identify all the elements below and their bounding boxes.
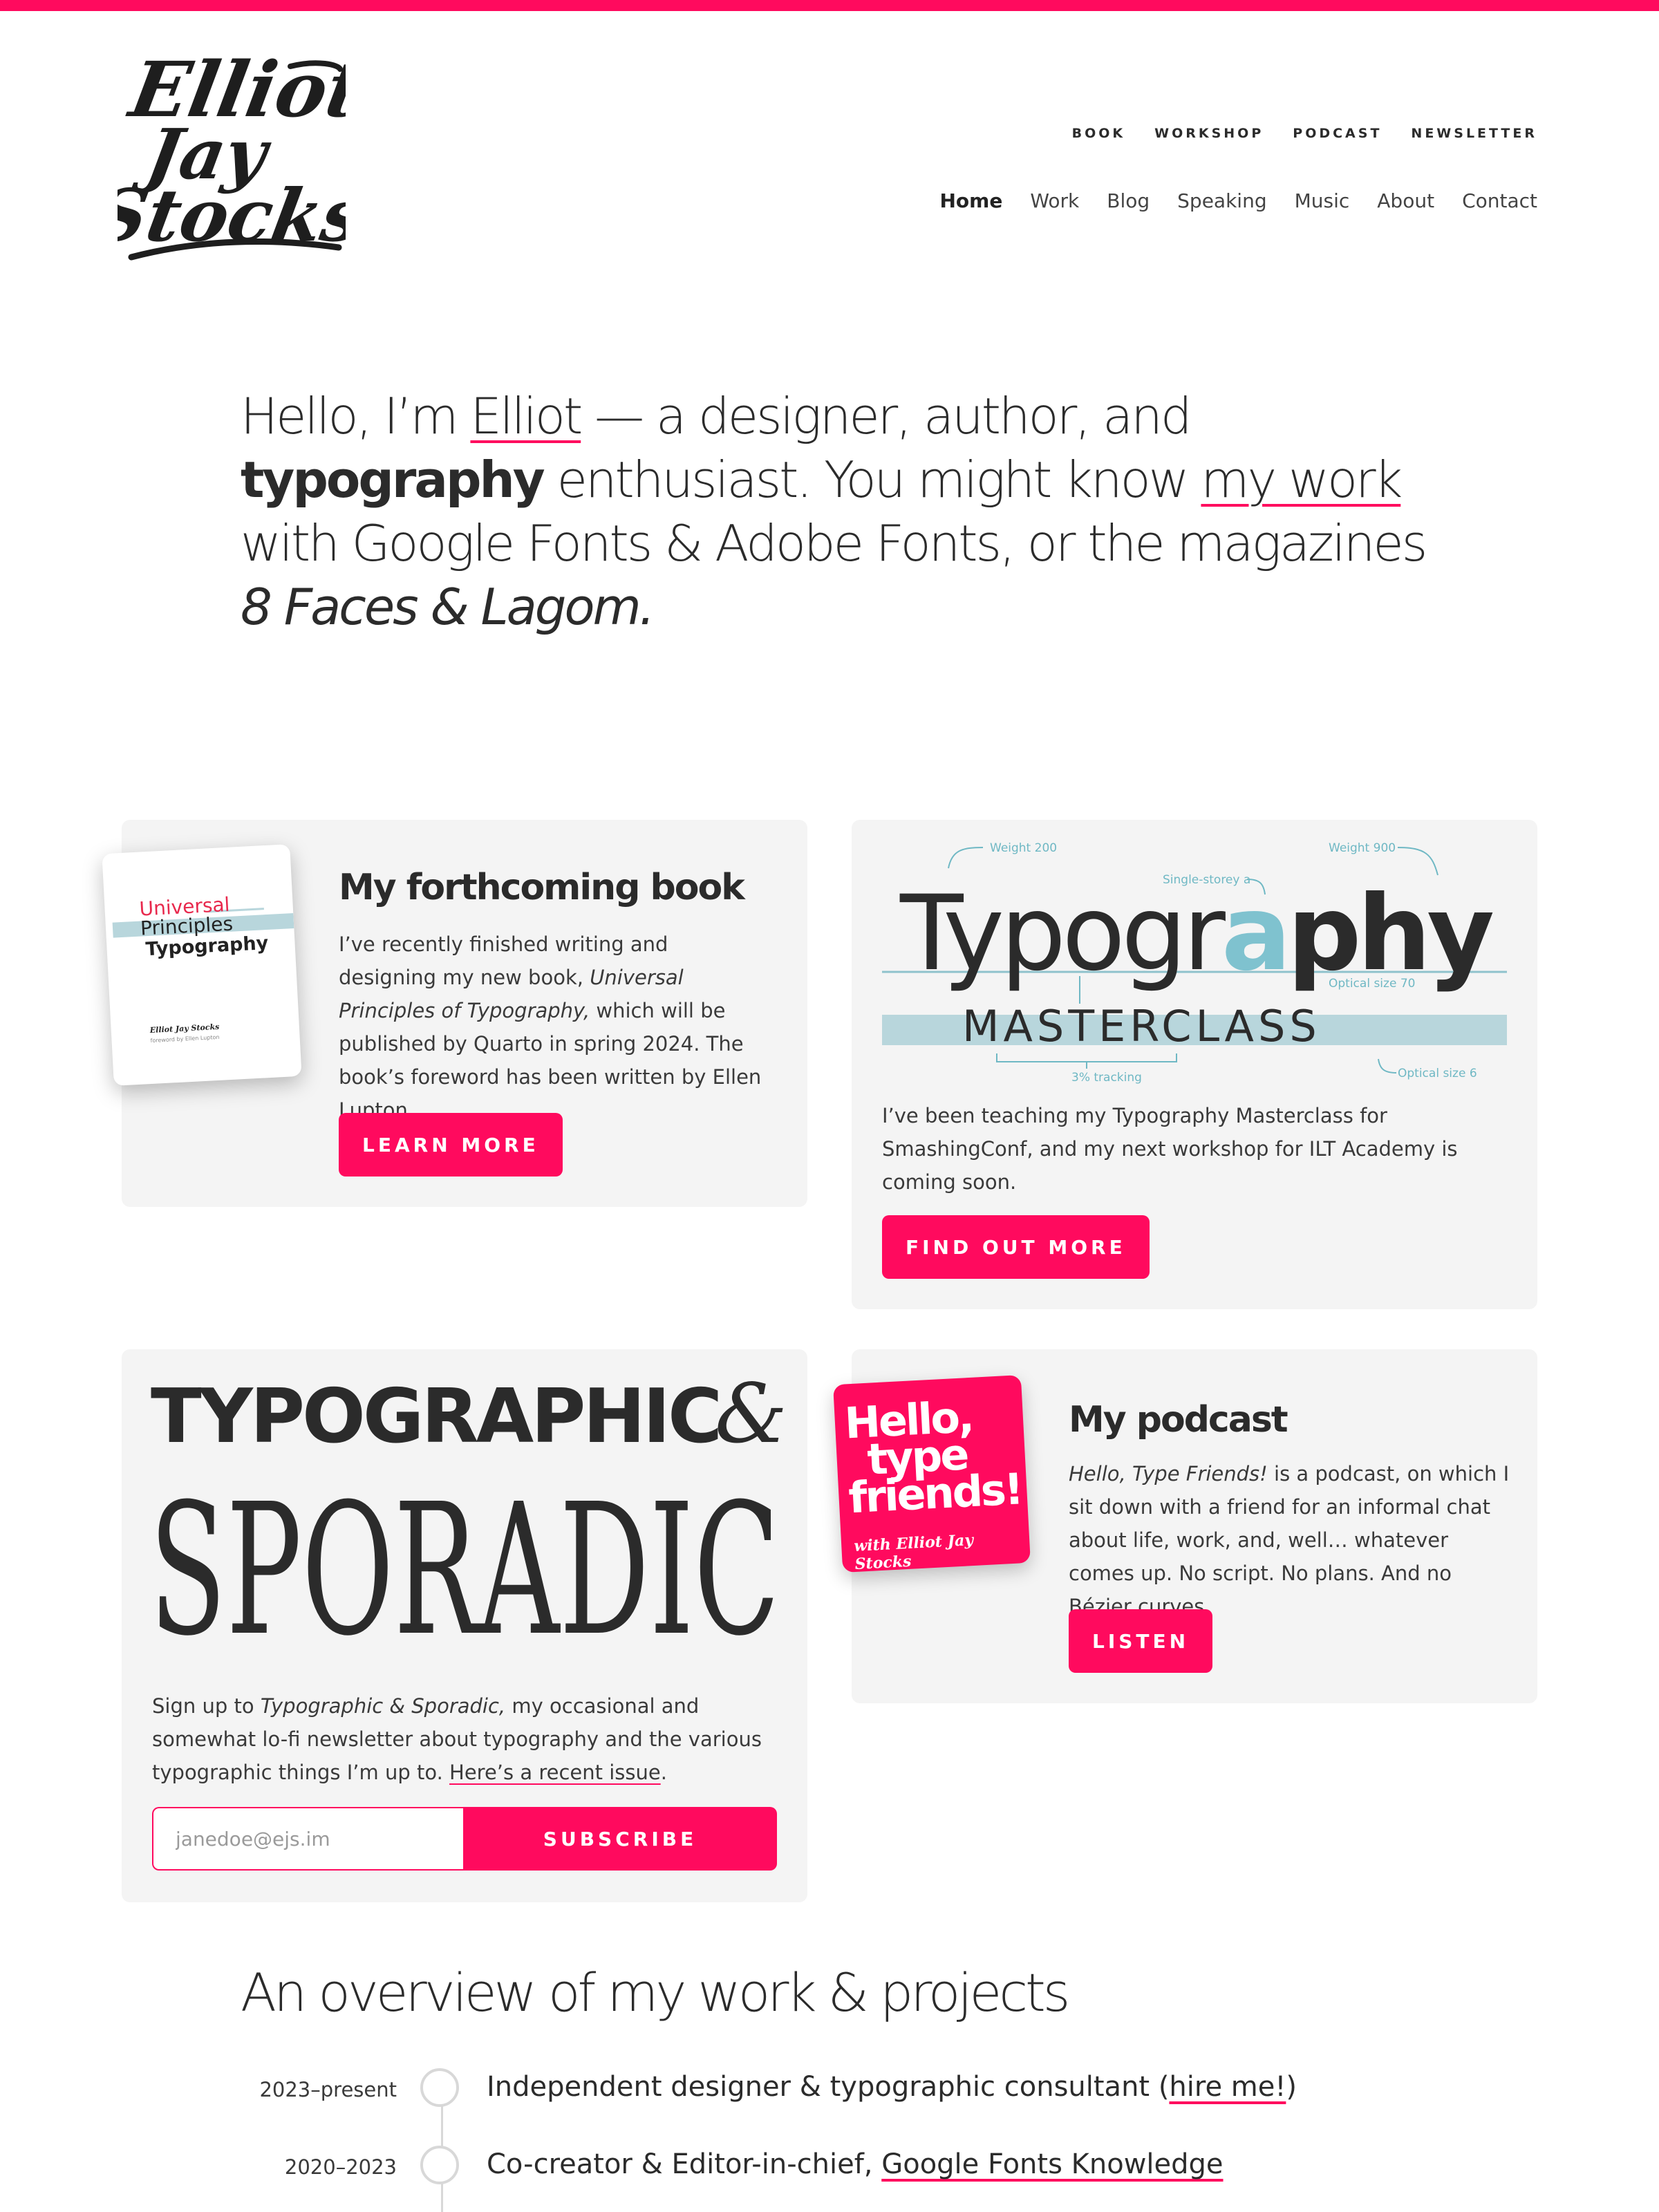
site-logo[interactable]: Elliot Jay Stocks — [88, 46, 371, 267]
email-field[interactable] — [152, 1807, 463, 1871]
cover-author: Elliot Jay Stocks — [149, 1022, 220, 1035]
hero-intro: Hello, I’m Elliot — a designer, author, … — [241, 384, 1430, 639]
nav-music[interactable]: Music — [1295, 189, 1350, 212]
nav-blog[interactable]: Blog — [1107, 189, 1150, 212]
timeline-item: Co-creator & Editor-in-chief, Google Fon… — [487, 2148, 1224, 2180]
secondary-nav: BOOK WORKSHOP PODCAST NEWSLETTER — [1072, 126, 1537, 141]
workshop-card: Typography MASTERCLASS Weight 200 Weight… — [852, 820, 1537, 1309]
timeline-text: ) — [1286, 2071, 1297, 2103]
book-cover-art: Universal Principles Typography Elliot J… — [112, 893, 294, 1044]
book-card-text: I’ve recently finished writing and desig… — [339, 928, 767, 1127]
masthead-ampersand: & — [715, 1366, 787, 1461]
ann-optical-70: Optical size 70 — [1329, 977, 1415, 991]
hero-text: — a designer, author, and — [581, 387, 1192, 445]
art-friends: friends! — [847, 1463, 1023, 1524]
hero-italic-magazines: 8 Faces & Lagom. — [241, 578, 655, 636]
hero-link-my-work[interactable]: my work — [1201, 451, 1403, 509]
svg-text:Typography: Typography — [899, 874, 1493, 994]
newsletter-text-a: Sign up to — [152, 1694, 261, 1718]
timeline-year: 2020–2023 — [284, 2155, 397, 2179]
hero-bold-typography: typography — [241, 451, 545, 509]
masterclass-art: Typography MASTERCLASS Weight 200 Weight… — [882, 841, 1507, 1085]
nav-about[interactable]: About — [1377, 189, 1434, 212]
ann-optical-6: Optical size 6 — [1398, 1067, 1477, 1080]
find-out-more-button[interactable]: FIND OUT MORE — [882, 1215, 1150, 1279]
recent-issue-link[interactable]: Here’s a recent issue — [449, 1761, 661, 1784]
hero-text: Hello, I’m — [241, 387, 471, 445]
nav-speaking[interactable]: Speaking — [1177, 189, 1266, 212]
logo-lettering: Elliot Jay Stocks — [88, 46, 371, 261]
timeline-dot — [420, 2146, 459, 2184]
podcast-card-text: Hello, Type Friends! is a podcast, on wh… — [1069, 1457, 1511, 1623]
nav-work[interactable]: Work — [1030, 189, 1079, 212]
nav-contact[interactable]: Contact — [1462, 189, 1537, 212]
timeline-year: 2023–present — [259, 2078, 397, 2101]
timeline-text: Independent designer & typographic consu… — [487, 2071, 1170, 2103]
book-card-title: My forthcoming book — [339, 867, 745, 908]
ann-weight-900: Weight 900 — [1329, 841, 1396, 855]
hire-me-link[interactable]: hire me! — [1169, 2071, 1286, 2103]
top-accent-bar — [0, 0, 1659, 11]
podcast-card-title: My podcast — [1069, 1399, 1288, 1441]
ann-weight-200: Weight 200 — [990, 841, 1057, 855]
subnav-book[interactable]: BOOK — [1072, 126, 1126, 141]
art-word-part3: phy — [1287, 874, 1493, 994]
listen-button[interactable]: LISTEN — [1069, 1609, 1213, 1673]
hero-text: enthusiast. You might know — [543, 451, 1201, 509]
hero-text: with Google Fonts & Adobe Fonts, or the … — [241, 514, 1427, 572]
art-word-part1: Typogr — [899, 874, 1226, 994]
timeline-item: Independent designer & typographic consu… — [487, 2071, 1297, 2103]
podcast-art-title: Hello, type friends! — [843, 1391, 1023, 1524]
art-masterclass: MASTERCLASS — [962, 1001, 1321, 1051]
art-word-a: a — [1221, 874, 1287, 994]
masthead-sporadic: SPORADIC — [149, 1465, 780, 1653]
subnav-podcast[interactable]: PODCAST — [1293, 126, 1382, 141]
workshop-card-text: I’ve been teaching my Typography Masterc… — [882, 1104, 1458, 1194]
hero-link-elliot[interactable]: Elliot — [470, 387, 583, 445]
timeline-dot — [420, 2068, 459, 2107]
google-fonts-knowledge-link[interactable]: Google Fonts Knowledge — [881, 2148, 1223, 2180]
ann-tracking: 3% tracking — [1071, 1071, 1142, 1085]
newsletter-masthead: TYPOGRAPHIC & SPORADIC — [149, 1366, 787, 1653]
book-cover[interactable]: Universal Principles Typography Elliot J… — [102, 844, 302, 1086]
ann-single-storey: Single-storey a — [1163, 873, 1250, 887]
subnav-newsletter[interactable]: NEWSLETTER — [1411, 126, 1537, 141]
timeline-text: Co-creator & Editor-in-chief, — [487, 2148, 882, 2180]
newsletter-text-end: . — [660, 1761, 667, 1784]
main-nav: Home Work Blog Speaking Music About Cont… — [939, 189, 1537, 212]
nav-home[interactable]: Home — [939, 189, 1002, 212]
newsletter-card-text: Sign up to Typographic & Sporadic, my oc… — [152, 1689, 774, 1789]
subnav-workshop[interactable]: WORKSHOP — [1154, 126, 1264, 141]
podcast-name-italic: Hello, Type Friends! — [1069, 1462, 1268, 1485]
overview-title: An overview of my work & projects — [241, 1962, 1070, 2023]
cover-foreword: foreword by Ellen Lupton — [150, 1034, 219, 1044]
learn-more-button[interactable]: LEARN MORE — [339, 1113, 563, 1177]
podcast-artwork[interactable]: Hello, type friends! with Elliot Jay Stock… — [833, 1375, 1031, 1573]
masthead-typographic: TYPOGRAPHIC — [151, 1374, 720, 1460]
subscribe-button[interactable]: SUBSCRIBE — [463, 1807, 777, 1871]
newsletter-name-italic: Typographic & Sporadic, — [260, 1694, 506, 1718]
